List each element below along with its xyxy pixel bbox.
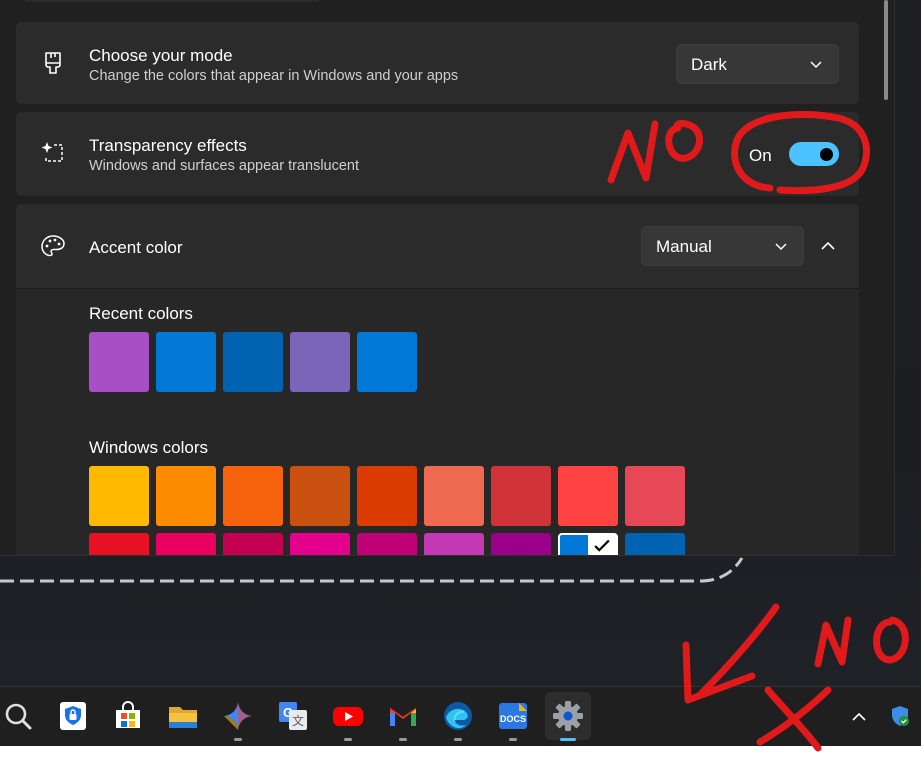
windows-color-swatch[interactable] <box>357 466 417 526</box>
active-app-indicator <box>560 738 576 741</box>
windows-color-swatch[interactable] <box>491 466 551 526</box>
mode-subtitle: Change the colors that appear in Windows… <box>89 68 459 84</box>
store-icon <box>116 701 140 728</box>
mode-card: Choose your mode Change the colors that … <box>16 22 859 104</box>
transparency-title: Transparency effects <box>89 136 247 155</box>
taskbar-youtube-button[interactable] <box>325 692 371 740</box>
dashed-outline <box>0 557 744 583</box>
previous-card-edge <box>22 0 322 2</box>
sparkle-frame-icon <box>41 142 63 162</box>
search-icon <box>5 703 32 730</box>
svg-text:DOCS: DOCS <box>500 714 526 724</box>
taskbar-settings-button[interactable] <box>545 692 591 740</box>
taskbar-gmail-button[interactable] <box>380 692 426 740</box>
transparency-subtitle: Windows and surfaces appear translucent <box>89 158 360 174</box>
transparency-card: Transparency effects Windows and surface… <box>16 112 859 196</box>
chevron-down-icon <box>810 61 822 69</box>
scrollbar-thumb[interactable] <box>884 0 888 100</box>
gemini-icon <box>224 702 252 730</box>
edge-icon <box>444 702 472 730</box>
windows-color-swatch[interactable] <box>424 466 484 526</box>
file-explorer-icon <box>169 707 197 728</box>
taskbar-docs-button[interactable]: DOCS <box>490 692 536 740</box>
taskbar-translate-button[interactable]: G文 <box>270 692 316 740</box>
windows-color-swatch[interactable] <box>156 466 216 526</box>
accent-dropdown-value: Manual <box>656 237 712 256</box>
docs-icon: DOCS <box>499 703 527 729</box>
recent-color-swatch[interactable] <box>357 332 417 392</box>
taskbar-search-button[interactable] <box>0 692 41 740</box>
accent-dropdown[interactable]: Manual <box>641 226 804 266</box>
taskbar-gemini-button[interactable] <box>215 692 261 740</box>
mode-title: Choose your mode <box>89 46 233 65</box>
windows-color-swatch[interactable] <box>223 466 283 526</box>
recent-color-swatch[interactable] <box>89 332 149 392</box>
running-app-indicator <box>509 738 517 741</box>
taskbar-store-button[interactable] <box>105 692 151 740</box>
taskbar-password-manager-button[interactable] <box>50 692 96 740</box>
svg-text:文: 文 <box>292 713 304 728</box>
running-app-indicator <box>399 738 407 741</box>
palette-icon <box>41 235 65 257</box>
accent-title: Accent color <box>89 238 183 257</box>
chevron-up-icon[interactable] <box>851 710 867 722</box>
windows-colors-label: Windows colors <box>89 438 209 457</box>
translate-icon: G文 <box>279 702 307 730</box>
windows-color-swatch[interactable] <box>89 466 149 526</box>
toggle-knob <box>820 148 833 161</box>
chevron-down-icon <box>775 243 787 251</box>
youtube-icon <box>333 707 363 726</box>
recent-color-swatch[interactable] <box>156 332 216 392</box>
screen-edge <box>0 746 921 757</box>
windows-color-swatch[interactable] <box>625 466 685 526</box>
gmail-icon <box>389 707 417 726</box>
recent-color-swatch[interactable] <box>223 332 283 392</box>
transparency-toggle[interactable] <box>789 142 839 166</box>
running-app-indicator <box>234 738 242 741</box>
windows-color-swatch[interactable] <box>558 466 618 526</box>
taskbar: G 文 DOCS <box>0 686 921 746</box>
running-app-indicator <box>454 738 462 741</box>
windows-color-swatch[interactable] <box>290 466 350 526</box>
mode-dropdown[interactable]: Dark <box>676 44 839 84</box>
paintbrush-icon <box>45 52 61 74</box>
taskbar-edge-button[interactable] <box>435 692 481 740</box>
security-shield-icon[interactable] <box>889 705 911 727</box>
recent-colors-label: Recent colors <box>89 304 193 323</box>
mode-dropdown-value: Dark <box>691 55 727 74</box>
recent-color-swatch[interactable] <box>290 332 350 392</box>
settings-icon <box>553 701 583 731</box>
password-manager-icon <box>60 702 86 730</box>
running-app-indicator <box>344 738 352 741</box>
settings-window: Choose your mode Change the colors that … <box>0 0 895 556</box>
taskbar-file-explorer-button[interactable] <box>160 692 206 740</box>
accent-card[interactable]: Accent color Manual <box>16 204 859 288</box>
chevron-up-icon[interactable] <box>821 240 835 252</box>
transparency-toggle-label: On <box>749 146 772 165</box>
